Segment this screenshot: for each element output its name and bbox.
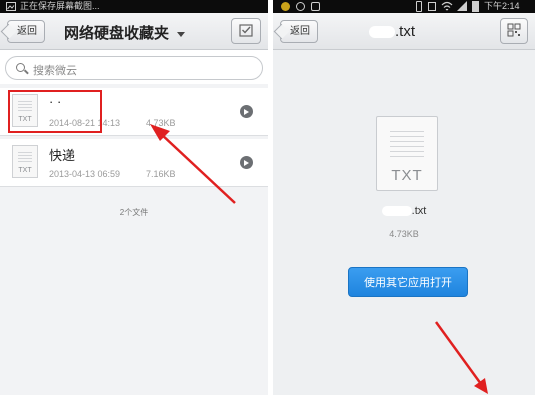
annotation-arrow-right xyxy=(434,321,488,394)
annotation-arrow-left xyxy=(150,124,236,204)
screenshot-root: 正在保存屏幕截图... 返回 网络硬盘收藏夹 搜索微云 TXT · · 2014… xyxy=(0,0,535,395)
annotation-overlay xyxy=(150,124,488,394)
